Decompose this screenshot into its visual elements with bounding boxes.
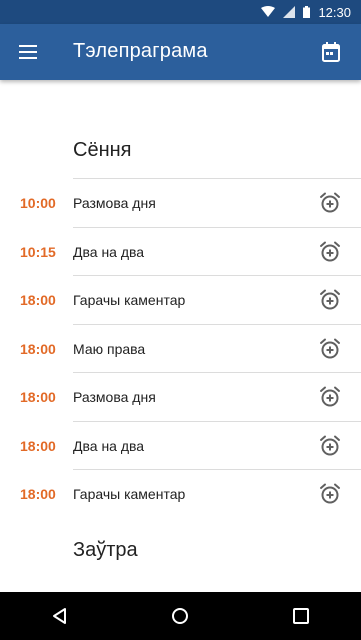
program-name: Гарачы каментар [73,292,186,308]
schedule-item[interactable]: 18:00 Маю права [0,325,361,373]
program-time: 10:15 [20,244,56,260]
add-alarm-icon[interactable] [319,241,341,263]
home-button[interactable] [156,592,204,640]
program-time: 18:00 [20,389,56,405]
signal-icon [283,6,296,18]
back-button[interactable] [36,592,84,640]
app-title: Тэлепраграма [73,40,208,62]
schedule-item[interactable]: 18:00 Два на два [0,422,361,470]
program-time: 18:00 [20,341,56,357]
section-title-today: Сёння [73,139,132,161]
program-name: Гарачы каментар [73,486,186,502]
system-nav-bar [0,592,361,640]
calendar-icon[interactable] [317,38,345,66]
program-time: 10:00 [20,195,56,211]
section-title-tomorrow: Заўтра [73,539,138,561]
add-alarm-icon[interactable] [319,386,341,408]
add-alarm-icon[interactable] [319,338,341,360]
program-time: 18:00 [20,486,56,502]
schedule-item[interactable]: 18:00 Гарачы каментар [0,470,361,518]
schedule-content[interactable]: Сёння 10:00 Размова дня 10:15 Два на два 18:… [0,80,361,592]
battery-icon [303,6,311,18]
wifi-icon [261,6,276,18]
schedule-item[interactable]: 10:00 Размова дня [0,179,361,227]
add-alarm-icon[interactable] [319,289,341,311]
program-name: Размова дня [73,389,156,405]
program-name: Два на два [73,244,145,260]
schedule-item[interactable]: 18:00 Гарачы каментар [0,276,361,324]
add-alarm-icon[interactable] [319,192,341,214]
menu-icon[interactable] [14,38,42,66]
program-name: Маю права [73,341,146,357]
program-name: Размова дня [73,195,156,211]
program-time: 18:00 [20,438,56,454]
add-alarm-icon[interactable] [319,483,341,505]
program-name: Два на два [73,438,145,454]
add-alarm-icon[interactable] [319,435,341,457]
status-bar: 12:30 [0,0,361,24]
schedule-item[interactable]: 18:00 Размова дня [0,373,361,421]
status-time: 12:30 [318,4,351,20]
program-time: 18:00 [20,292,56,308]
app-bar: Тэлепраграма [0,24,361,80]
schedule-item[interactable]: 10:15 Два на два [0,228,361,276]
recents-button[interactable] [277,592,325,640]
